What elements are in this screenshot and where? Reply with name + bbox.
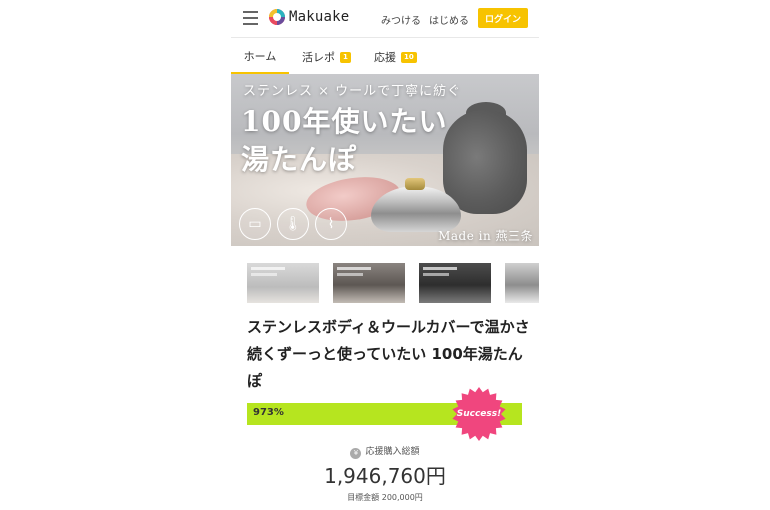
thumbnail-1[interactable] bbox=[247, 263, 319, 303]
tab-katsurepo-label: 活レポ bbox=[302, 51, 335, 64]
project-title: ステンレスボディ＆ウールカバーで温かさ続くずーっと使っていたい 100年湯たんぽ bbox=[247, 318, 530, 390]
total-label-text: 応援購入総額 bbox=[365, 447, 420, 457]
tab-home-label: ホーム bbox=[243, 50, 277, 63]
menu-icon[interactable] bbox=[243, 11, 258, 25]
nav-link-hajimeru[interactable]: はじめる bbox=[429, 12, 469, 27]
tab-katsurepo[interactable]: 活レポ 1 bbox=[302, 40, 351, 74]
hero-bottle-cap bbox=[405, 178, 425, 190]
tab-ouen-label: 応援 bbox=[374, 51, 396, 64]
yen-icon: ¥ bbox=[350, 448, 362, 459]
project-page: Makuake みつける はじめる ログイン ホーム 活レポ 1 応援 10 ス… bbox=[231, 0, 539, 510]
nav-link-mitsukeru[interactable]: みつける bbox=[381, 12, 421, 27]
hero-wool-cover bbox=[443, 110, 527, 214]
tab-home[interactable]: ホーム bbox=[231, 40, 289, 74]
logo-text: Makuake bbox=[289, 9, 350, 25]
bed-icon: ▭ bbox=[239, 208, 271, 240]
hero-image[interactable]: ステンレス × ウールで丁寧に紡ぐ 100年使いたい 湯たんぽ ▭ 🌡 ⌇ Ma… bbox=[231, 74, 539, 246]
goal-amount: 目標金額 200,000円 bbox=[347, 493, 423, 502]
hero-headline-line1: 100年使いたい bbox=[241, 105, 448, 138]
funding-progress-percent: 973% bbox=[253, 407, 284, 418]
thumbnail-4[interactable] bbox=[505, 263, 539, 303]
logo-mark-icon bbox=[269, 9, 285, 25]
hero-feature-icons: ▭ 🌡 ⌇ bbox=[239, 208, 347, 240]
thumbnail-2[interactable] bbox=[333, 263, 405, 303]
thumbnail-strip bbox=[231, 258, 539, 306]
hero-subtitle: ステンレス × ウールで丁寧に紡ぐ bbox=[243, 84, 462, 99]
thermometer-icon: 🌡 bbox=[277, 208, 309, 240]
hero-headline-line2: 湯たんぽ bbox=[241, 143, 358, 176]
total-label: ¥ 応援購入総額 bbox=[231, 444, 539, 459]
thumbnail-3[interactable] bbox=[419, 263, 491, 303]
project-tabs: ホーム 活レポ 1 応援 10 bbox=[231, 40, 539, 74]
tab-ouen-badge: 10 bbox=[401, 51, 417, 63]
leaf-icon: ⌇ bbox=[315, 208, 347, 240]
tab-katsurepo-badge: 1 bbox=[340, 51, 351, 63]
hero-made-in: Made in 燕三条 bbox=[438, 229, 533, 243]
makuake-logo[interactable]: Makuake bbox=[269, 9, 349, 25]
tab-ouen[interactable]: 応援 10 bbox=[374, 40, 417, 74]
top-header: Makuake みつける はじめる ログイン bbox=[231, 0, 539, 38]
total-amount: 1,946,760円 bbox=[324, 464, 446, 488]
login-button[interactable]: ログイン bbox=[478, 8, 528, 28]
success-label: Success! bbox=[456, 409, 502, 419]
success-badge: Success! bbox=[451, 386, 507, 442]
